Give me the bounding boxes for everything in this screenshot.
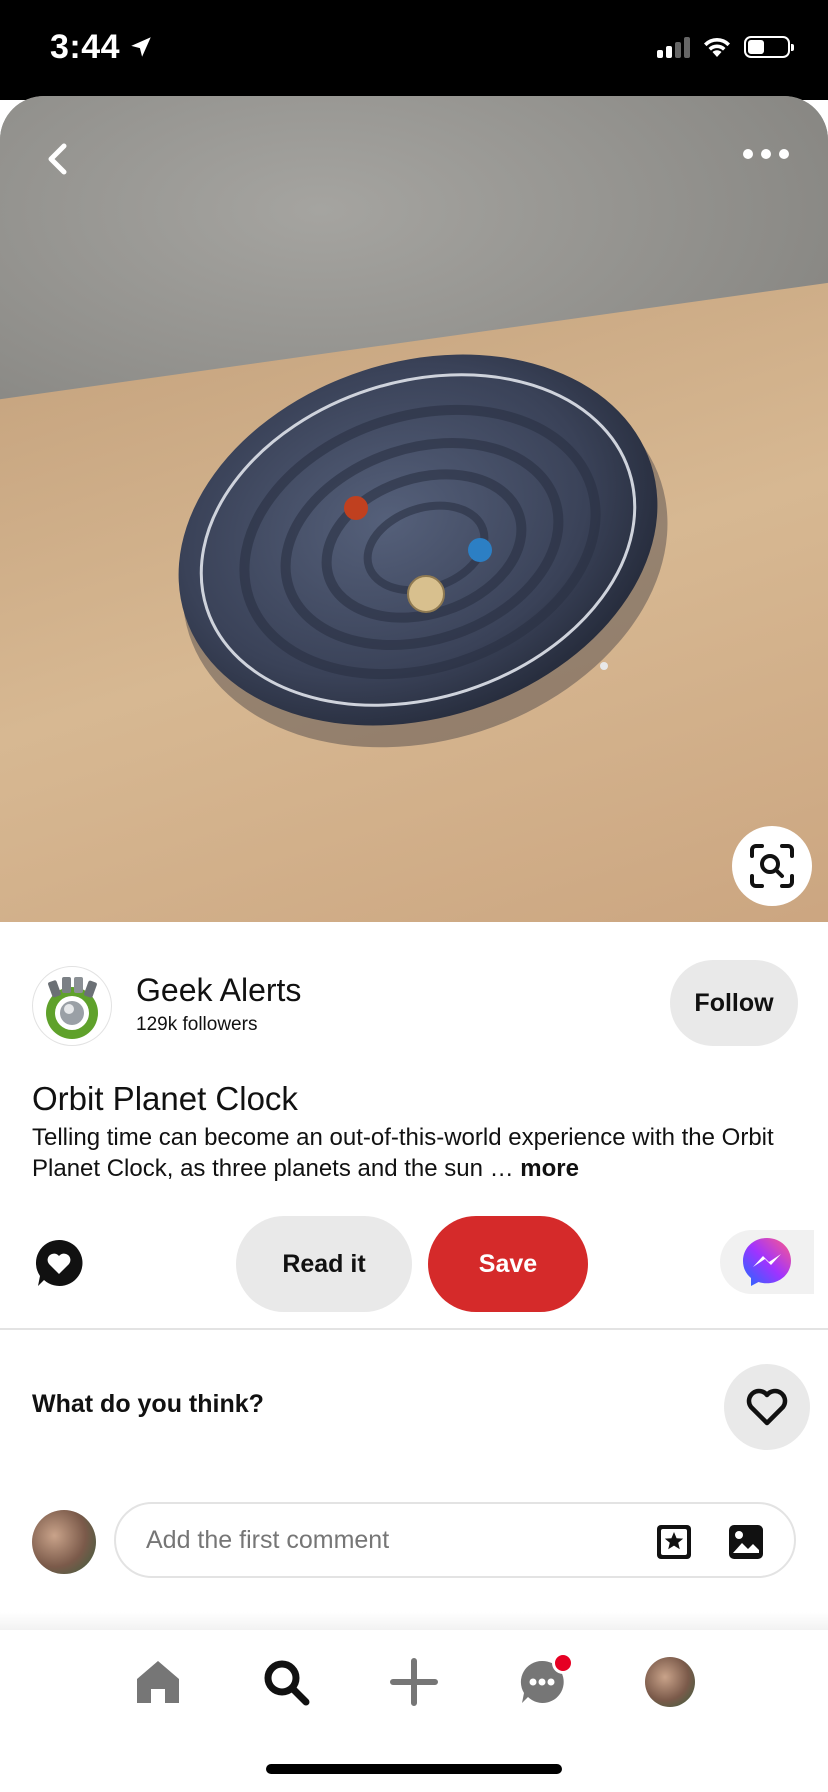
- creator-row: Geek Alerts 129k followers Follow: [32, 960, 798, 1046]
- comment-placeholder: Add the first comment: [146, 1526, 390, 1554]
- pin-description-text: Telling time can become an out-of-this-w…: [32, 1124, 774, 1182]
- more-dots-icon[interactable]: [738, 140, 794, 168]
- tabbar-shadow: [0, 1612, 828, 1630]
- status-time: 3:44: [50, 28, 121, 66]
- status-indicators: [657, 36, 794, 58]
- wifi-icon: [704, 37, 730, 57]
- home-indicator: [266, 1764, 562, 1774]
- search-icon: [264, 1660, 310, 1706]
- pin-image[interactable]: [0, 96, 828, 922]
- share-messenger-button[interactable]: [720, 1230, 814, 1294]
- feedback-prompt: What do you think?: [32, 1390, 264, 1418]
- pin-description: Telling time can become an out-of-this-w…: [32, 1122, 802, 1184]
- signal-icon: [657, 36, 690, 58]
- visual-search-button[interactable]: [732, 826, 812, 906]
- location-arrow-icon: [131, 37, 151, 57]
- tab-create[interactable]: [386, 1654, 442, 1710]
- visual-search-icon: [750, 844, 794, 888]
- creator-followers: 129k followers: [136, 1014, 258, 1035]
- user-avatar: [32, 1510, 96, 1574]
- tab-profile[interactable]: [642, 1654, 698, 1710]
- follow-button[interactable]: Follow: [670, 960, 798, 1046]
- heart-outline-icon: [746, 1388, 788, 1426]
- orbit-clock-illustration: [178, 354, 668, 748]
- save-button[interactable]: Save: [428, 1216, 588, 1312]
- sticker-icon[interactable]: [654, 1522, 694, 1562]
- comment-input[interactable]: Add the first comment: [114, 1502, 796, 1578]
- image-icon[interactable]: [726, 1522, 766, 1562]
- reaction-heart-icon[interactable]: [32, 1236, 86, 1290]
- divider: [0, 1328, 828, 1330]
- action-bar: Read it Save: [0, 1214, 828, 1314]
- read-it-button[interactable]: Read it: [236, 1216, 412, 1312]
- messenger-icon: [743, 1238, 791, 1286]
- creator-avatar[interactable]: [32, 966, 112, 1046]
- more-link[interactable]: more: [520, 1155, 579, 1182]
- creator-name[interactable]: Geek Alerts: [136, 972, 301, 1009]
- heart-react-button[interactable]: [724, 1364, 810, 1450]
- tab-search[interactable]: [258, 1654, 314, 1710]
- comment-row: Add the first comment: [32, 1502, 798, 1582]
- tab-messages[interactable]: [514, 1652, 574, 1710]
- plus-icon: [390, 1658, 438, 1706]
- pin-title: Orbit Planet Clock: [32, 1080, 298, 1117]
- back-chevron-icon[interactable]: [36, 136, 82, 182]
- notification-badge: [552, 1652, 574, 1674]
- tab-home[interactable]: [130, 1654, 186, 1710]
- geek-alerts-logo: [46, 977, 98, 1039]
- home-icon: [137, 1661, 179, 1703]
- status-bar: 3:44: [0, 0, 828, 100]
- profile-avatar: [645, 1657, 695, 1707]
- battery-icon: [744, 36, 794, 58]
